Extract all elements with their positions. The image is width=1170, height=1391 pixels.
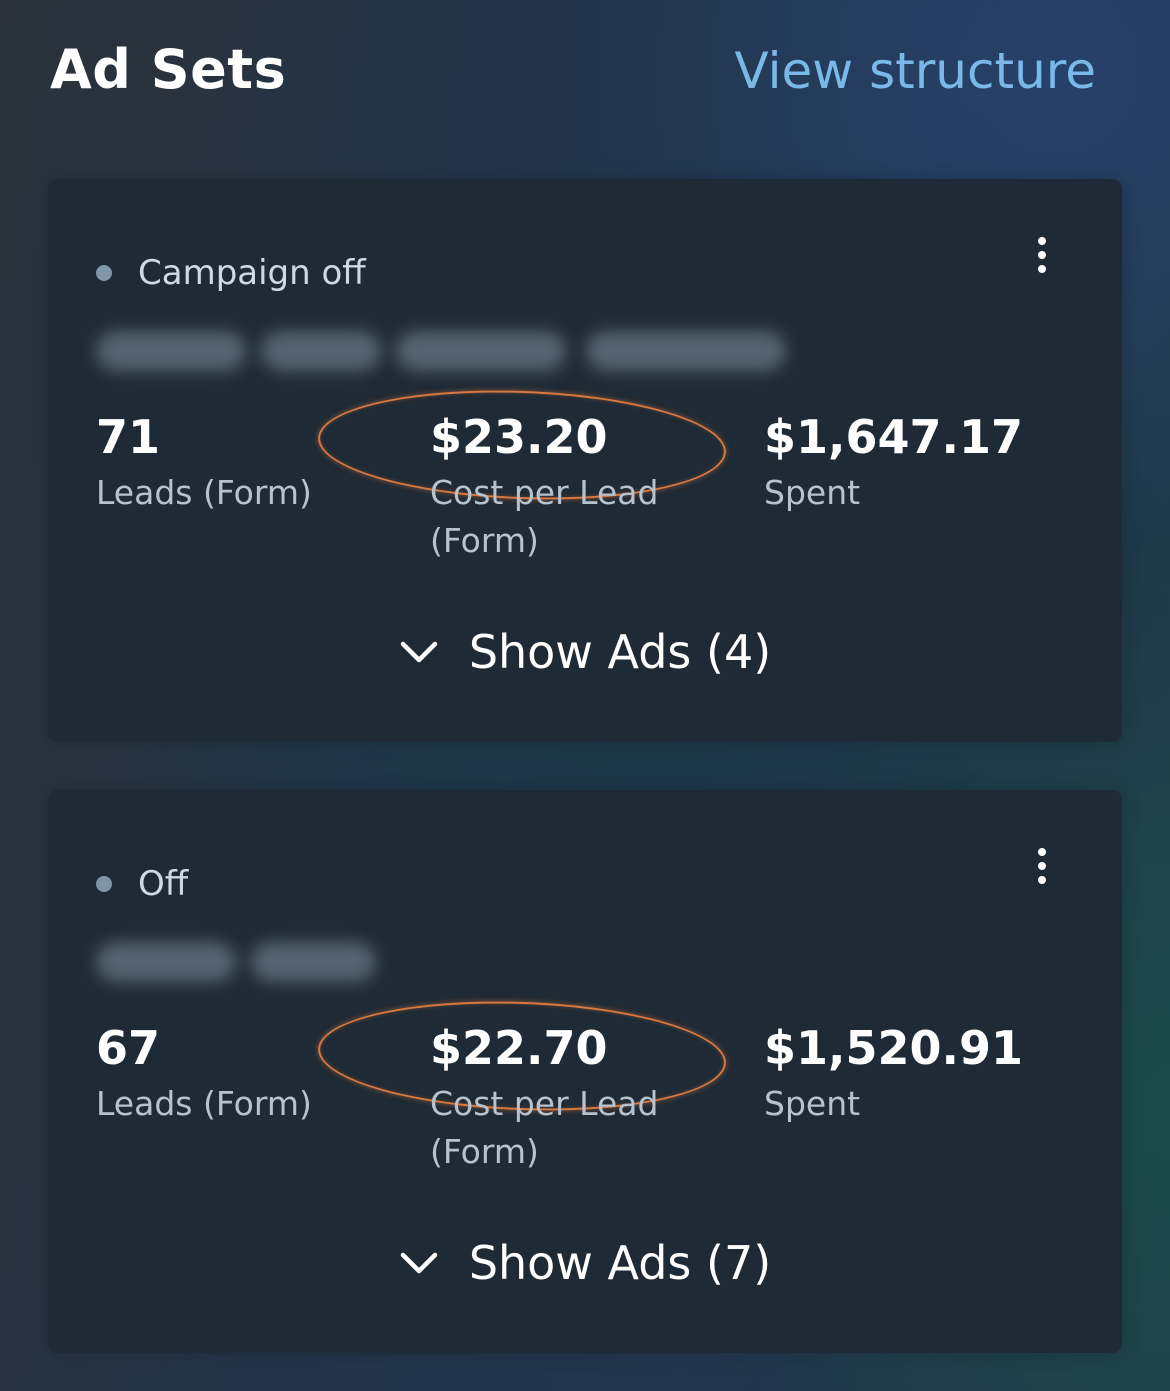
show-ads-label: Show Ads (7): [468, 1236, 772, 1290]
ad-set-name-redacted: [86, 321, 806, 379]
cost-per-lead-value: $23.20: [430, 410, 608, 464]
leads-label: Leads (Form): [96, 1084, 312, 1123]
status-indicator: Campaign off: [96, 253, 366, 293]
show-ads-button[interactable]: Show Ads (4): [48, 625, 1122, 679]
spent-label: Spent: [764, 473, 861, 512]
more-options-button[interactable]: [1022, 233, 1062, 277]
metric-cost-per-lead: $23.20 Cost per Lead (Form): [430, 409, 690, 565]
ad-set-name-redacted: [86, 932, 406, 990]
chevron-down-icon: [400, 1252, 438, 1274]
section-header: Ad Sets View structure: [0, 0, 1170, 150]
status-dot-icon: [96, 876, 112, 892]
more-vertical-icon-dot: [1038, 251, 1046, 259]
cost-per-lead-label: Cost per Lead (Form): [430, 473, 659, 560]
spent-value: $1,520.91: [764, 1021, 1023, 1075]
page-title: Ad Sets: [50, 38, 287, 101]
show-ads-label: Show Ads (4): [468, 625, 772, 679]
status-label: Off: [138, 864, 189, 904]
metric-leads: 67 Leads (Form): [96, 1020, 312, 1128]
more-options-button[interactable]: [1022, 844, 1062, 888]
metric-leads: 71 Leads (Form): [96, 409, 312, 517]
more-vertical-icon-dot: [1038, 862, 1046, 870]
ad-set-card[interactable]: Off 67 Leads (Form) $22.70 Cost per Lead…: [48, 790, 1122, 1353]
more-vertical-icon-dot: [1038, 876, 1046, 884]
cost-per-lead-label: Cost per Lead (Form): [430, 1084, 659, 1171]
metric-cost-per-lead: $22.70 Cost per Lead (Form): [430, 1020, 690, 1176]
more-vertical-icon: [1038, 848, 1046, 856]
status-indicator: Off: [96, 864, 188, 904]
metric-spent: $1,647.17 Spent: [764, 409, 1023, 517]
status-label: Campaign off: [138, 253, 366, 293]
spent-value: $1,647.17: [764, 410, 1023, 464]
metric-spent: $1,520.91 Spent: [764, 1020, 1023, 1128]
leads-value: 67: [96, 1021, 161, 1075]
ad-set-card[interactable]: Campaign off 71 Leads (Form) $23.20 Cost…: [48, 179, 1122, 742]
leads-label: Leads (Form): [96, 473, 312, 512]
cost-per-lead-value: $22.70: [430, 1021, 608, 1075]
status-dot-icon: [96, 265, 112, 281]
view-structure-link[interactable]: View structure: [735, 42, 1096, 100]
more-vertical-icon-dot: [1038, 265, 1046, 273]
chevron-down-icon: [400, 641, 438, 663]
more-vertical-icon: [1038, 237, 1046, 245]
leads-value: 71: [96, 410, 161, 464]
spent-label: Spent: [764, 1084, 861, 1123]
show-ads-button[interactable]: Show Ads (7): [48, 1236, 1122, 1290]
